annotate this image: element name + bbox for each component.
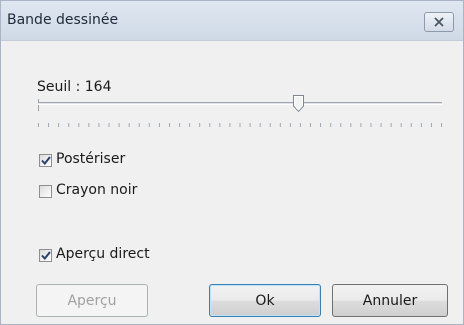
posterize-label[interactable]: Postériser <box>56 151 125 167</box>
live-preview-checkbox[interactable] <box>39 249 52 262</box>
slider-start-mark <box>38 99 39 111</box>
dialog-title: Bande dessinée <box>7 12 119 28</box>
live-preview-label[interactable]: Aperçu direct <box>56 246 150 262</box>
close-icon <box>434 17 444 27</box>
black-pencil-label[interactable]: Crayon noir <box>56 182 137 198</box>
cancel-button[interactable]: Annuler <box>332 284 448 317</box>
preview-button[interactable]: Aperçu <box>36 284 148 317</box>
threshold-label: Seuil : 164 <box>37 79 112 95</box>
title-bar[interactable]: Bande dessinée <box>1 1 463 41</box>
black-pencil-checkbox[interactable] <box>39 185 52 198</box>
slider-ticks <box>38 123 442 127</box>
posterize-checkbox[interactable] <box>39 154 52 167</box>
slider-thumb[interactable] <box>293 95 304 112</box>
close-button[interactable] <box>424 12 454 32</box>
ok-button[interactable]: Ok <box>209 284 321 317</box>
cartoon-dialog: Bande dessinée Seuil : 164 Postériser Cr… <box>0 0 464 325</box>
threshold-slider[interactable] <box>38 102 442 105</box>
checkmark-icon <box>40 156 51 165</box>
checkmark-icon <box>40 251 51 260</box>
